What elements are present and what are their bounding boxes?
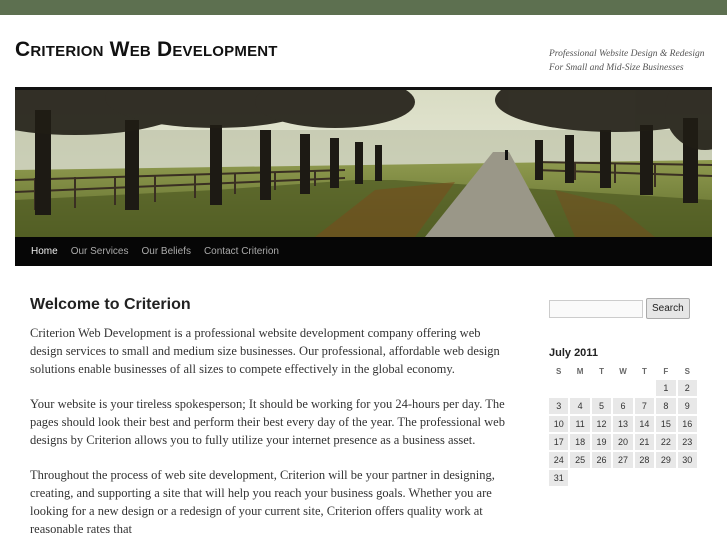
calendar-day: 26 <box>591 452 612 468</box>
calendar-day: 29 <box>656 452 676 468</box>
calendar-week: 17 18 19 20 21 22 23 <box>549 434 697 450</box>
calendar-day: 28 <box>634 452 655 468</box>
weekday-label: S <box>556 366 562 376</box>
content-paragraph: Your website is your tireless spokespers… <box>30 397 505 447</box>
nav-item-contact-criterion[interactable]: Contact Criterion <box>204 237 279 266</box>
calendar-day: 3 <box>549 398 569 414</box>
site-tagline: Professional Website Design & Redesign F… <box>549 49 705 73</box>
calendar-day: 6 <box>613 398 633 414</box>
calendar-day-empty <box>613 380 632 396</box>
calendar-caption: July 2011 <box>549 347 598 359</box>
calendar-day: 23 <box>677 434 697 450</box>
weekday-label: M <box>576 366 584 376</box>
calendar-day: 19 <box>591 434 612 450</box>
calendar-week: 3 4 5 6 7 8 9 <box>549 398 697 414</box>
calendar-day: 10 <box>549 416 569 432</box>
calendar-day-empty <box>635 470 654 486</box>
site-title[interactable]: Criterion Web Development <box>15 38 278 62</box>
weekday-label: F <box>663 366 669 376</box>
entry-content: Criterion Web Development is a professio… <box>30 324 510 538</box>
calendar-day: 31 <box>549 470 569 486</box>
content-paragraph: Criterion Web Development is a professio… <box>30 326 500 376</box>
calendar-day: 15 <box>656 416 676 432</box>
page-title: Welcome to Criterion <box>30 296 191 313</box>
calendar-day-empty <box>549 380 568 396</box>
calendar-day: 8 <box>656 398 676 414</box>
calendar-weekday-row: S M T W T F S <box>549 364 697 378</box>
weekday-label: T <box>599 366 604 376</box>
calendar-day: 18 <box>570 434 590 450</box>
content-paragraph: Throughout the process of web site devel… <box>30 468 495 536</box>
nav-item-our-beliefs[interactable]: Our Beliefs <box>141 237 190 266</box>
header-image <box>15 87 712 237</box>
search-form: Search <box>549 298 699 319</box>
calendar-day-empty <box>656 470 675 486</box>
calendar-day-empty <box>613 470 632 486</box>
top-bar <box>0 0 727 15</box>
header-photo-illustration <box>15 90 712 237</box>
nav-item-home[interactable]: Home <box>31 237 58 266</box>
weekday-label: S <box>684 366 690 376</box>
calendar-day: 1 <box>656 380 676 396</box>
calendar-day: 17 <box>549 434 569 450</box>
calendar-day: 24 <box>549 452 569 468</box>
calendar-day-empty <box>678 470 697 486</box>
calendar-week: 1 2 <box>549 380 697 396</box>
calendar-day: 13 <box>613 416 633 432</box>
calendar: S M T W T F S 1 2 3 4 5 6 7 8 9 10 11 12… <box>547 362 699 488</box>
calendar-day: 22 <box>656 434 676 450</box>
calendar-day: 9 <box>677 398 697 414</box>
search-button[interactable]: Search <box>646 298 690 319</box>
weekday-label: W <box>619 366 627 376</box>
calendar-day-empty <box>592 380 611 396</box>
calendar-day: 20 <box>613 434 633 450</box>
calendar-day: 30 <box>677 452 697 468</box>
calendar-week: 10 11 12 13 14 15 16 <box>549 416 697 432</box>
calendar-day: 4 <box>570 398 590 414</box>
sidebar: Search July 2011 S M T W T F S 1 2 3 4 5… <box>549 298 699 486</box>
calendar-day: 21 <box>634 434 655 450</box>
calendar-day: 16 <box>677 416 697 432</box>
calendar-day: 12 <box>591 416 612 432</box>
calendar-week: 24 25 26 27 28 29 30 <box>549 452 697 468</box>
weekday-label: T <box>641 366 647 376</box>
calendar-day-empty <box>570 470 589 486</box>
search-input[interactable] <box>549 299 643 318</box>
nav-item-our-services[interactable]: Our Services <box>71 237 129 266</box>
main-content: Welcome to Criterion Criterion Web Devel… <box>30 296 510 555</box>
calendar-week: 31 <box>549 470 697 486</box>
calendar-day: 5 <box>591 398 612 414</box>
calendar-day: 27 <box>613 452 633 468</box>
calendar-day: 7 <box>634 398 655 414</box>
calendar-day: 25 <box>570 452 590 468</box>
calendar-day-empty <box>592 470 611 486</box>
calendar-day: 11 <box>570 416 590 432</box>
main-navigation: Home Our Services Our Beliefs Contact Cr… <box>15 237 712 266</box>
calendar-day: 2 <box>677 380 697 396</box>
calendar-day: 14 <box>634 416 655 432</box>
calendar-day-empty <box>635 380 654 396</box>
calendar-day-empty <box>570 380 589 396</box>
